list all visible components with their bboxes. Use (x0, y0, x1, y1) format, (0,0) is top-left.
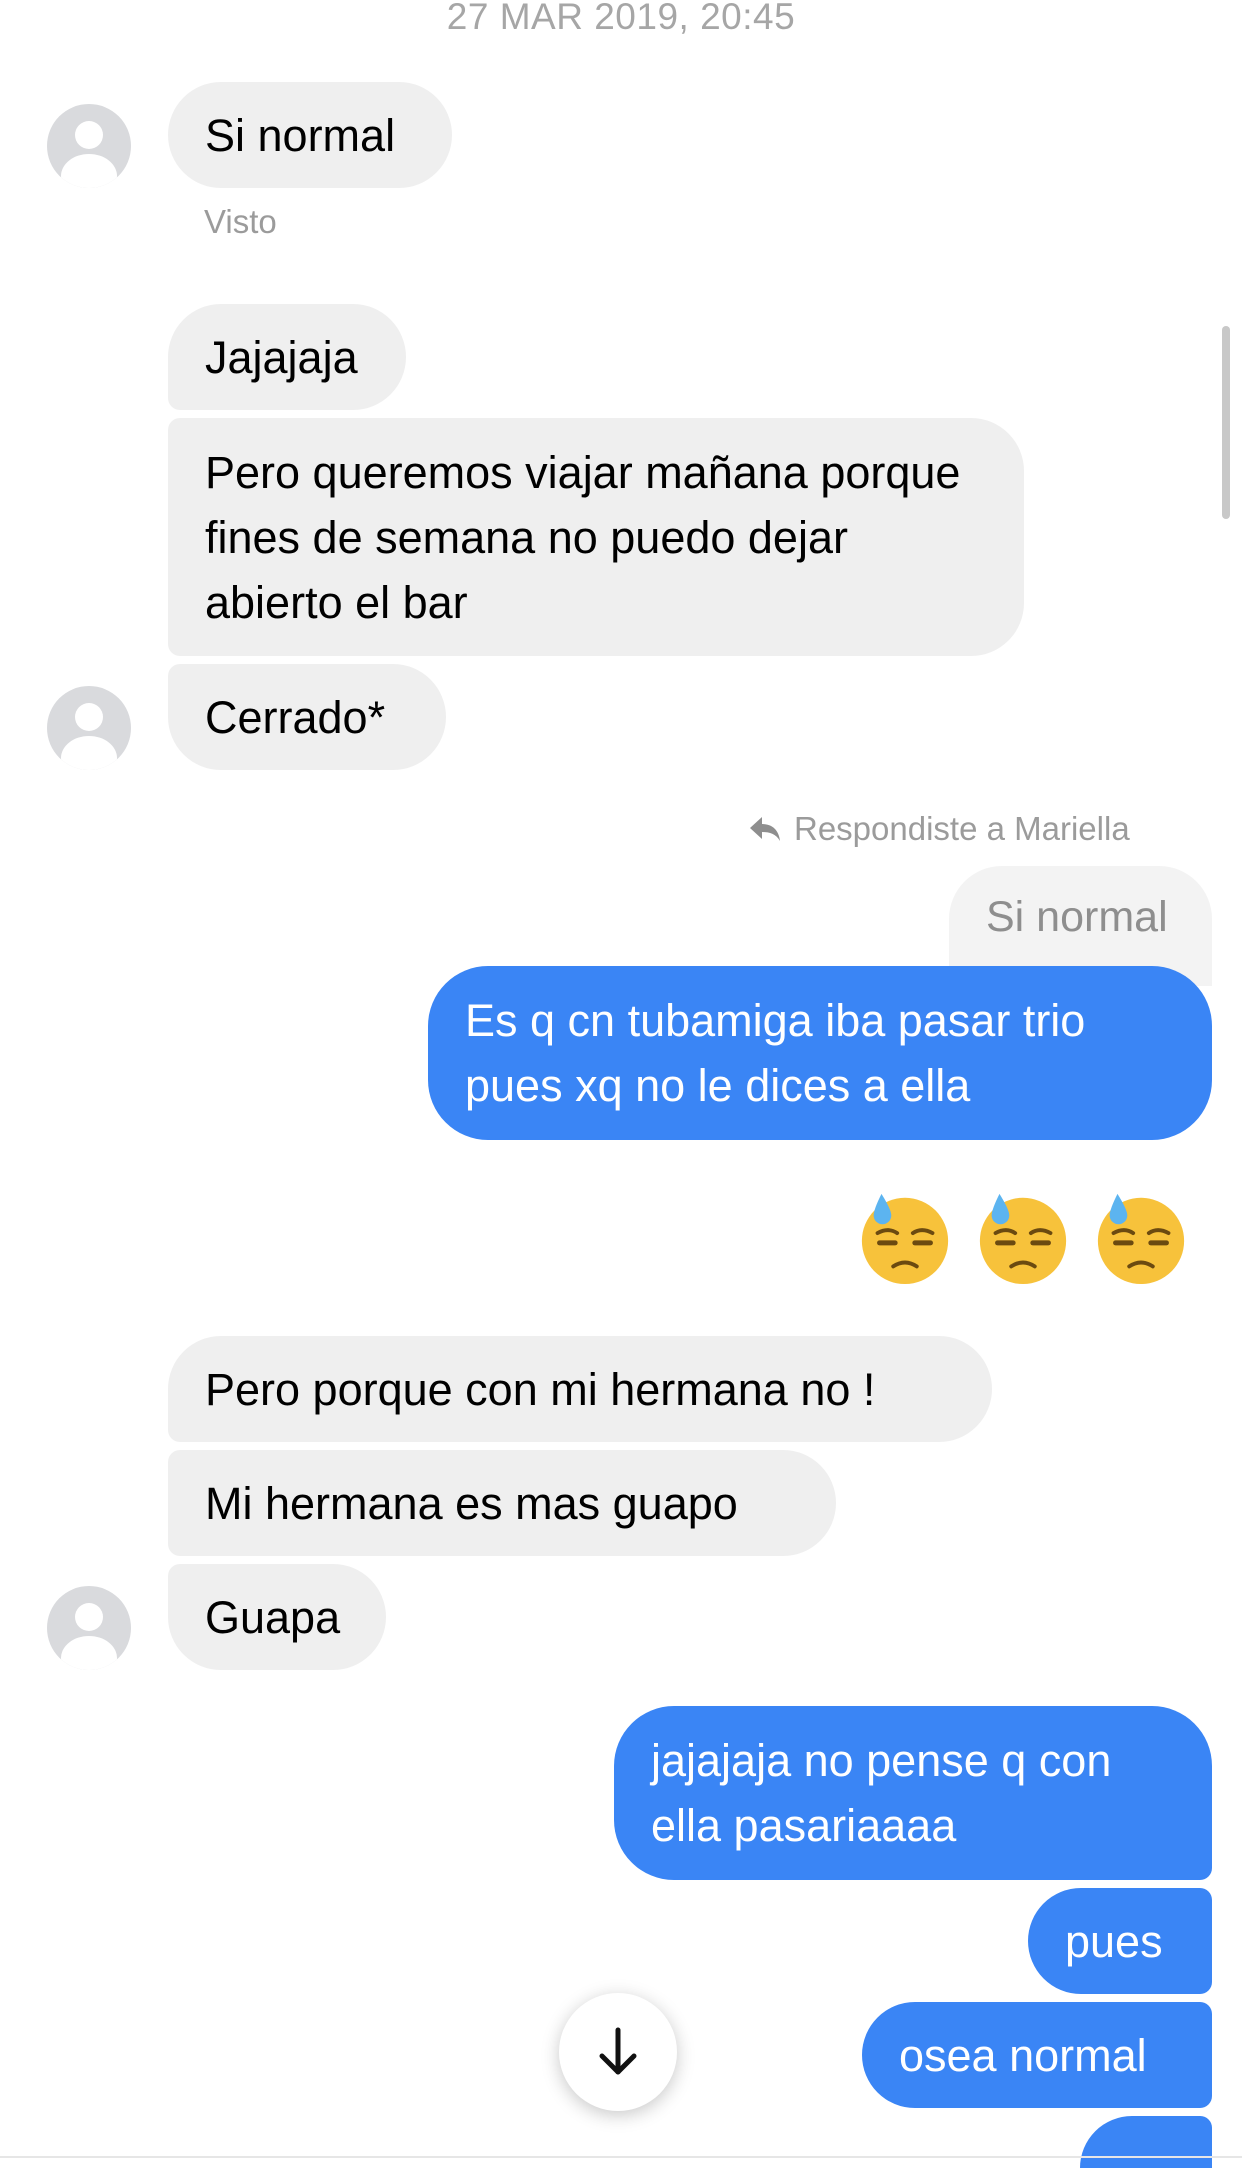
seen-status: Visto (204, 203, 277, 240)
outgoing-message[interactable]: pues (1028, 1888, 1212, 1994)
message-text: pues (1065, 1915, 1163, 1967)
incoming-message[interactable]: Si normal (168, 82, 452, 188)
contact-avatar[interactable] (47, 686, 131, 770)
message-text: Pero porque con mi hermana no ! (205, 1363, 876, 1415)
outgoing-message[interactable]: Es q cn tubamiga iba pasar trio pues xq … (428, 966, 1212, 1140)
outgoing-message[interactable]: jajajaja no pense q con ella pasariaaaa (614, 1706, 1212, 1880)
downcast-face-with-sweat-icon (861, 1193, 949, 1285)
message-text: Guapa (205, 1591, 341, 1643)
avatar-head-shape (75, 1603, 103, 1631)
emoji-message[interactable] (856, 1188, 1212, 1298)
incoming-message[interactable]: Mi hermana es mas guapo (168, 1450, 836, 1556)
avatar-head-shape (75, 121, 103, 149)
contact-avatar[interactable] (47, 104, 131, 188)
incoming-message[interactable]: Pero porque con mi hermana no ! (168, 1336, 992, 1442)
incoming-message[interactable]: Pero queremos viajar mañana porque fines… (168, 418, 1024, 656)
message-text: jajajaja no pense q con ella pasariaaaa (651, 1735, 1112, 1851)
avatar-body-shape (61, 736, 117, 770)
arrow-down-icon (599, 2027, 637, 2075)
message-text: Cerrado* (205, 691, 386, 743)
conversation-timestamp: 27 MAR 2019, 20:45 (446, 0, 796, 37)
message-text: Pero queremos viajar mañana porque fines… (205, 446, 961, 628)
incoming-message[interactable]: Guapa (168, 1564, 386, 1670)
divider (0, 2156, 1242, 2158)
message-text: Es q cn tubamiga iba pasar trio pues xq … (465, 995, 1086, 1111)
outgoing-message-partial[interactable] (1080, 2116, 1212, 2168)
avatar-head-shape (75, 703, 103, 731)
message-text: osea normal (899, 2029, 1147, 2081)
downcast-face-with-sweat-icon (1097, 1193, 1185, 1285)
outgoing-message[interactable]: osea normal (862, 2002, 1212, 2108)
scrollbar[interactable] (1222, 326, 1230, 519)
incoming-message[interactable]: Jajajaja (168, 304, 406, 410)
reply-label-text: Respondiste a Mariella (794, 810, 1130, 847)
avatar-body-shape (61, 1636, 117, 1670)
contact-avatar[interactable] (47, 1586, 131, 1670)
message-text: Mi hermana es mas guapo (205, 1477, 738, 1529)
downcast-face-with-sweat-icon (979, 1193, 1067, 1285)
reply-indicator: Respondiste a Mariella (748, 810, 1130, 848)
reply-arrow-icon (750, 817, 780, 841)
incoming-message[interactable]: Cerrado* (168, 664, 446, 770)
quoted-text: Si normal (986, 892, 1168, 941)
message-text: Si normal (205, 109, 396, 161)
avatar-body-shape (61, 154, 117, 188)
message-text: Jajajaja (205, 331, 358, 383)
scroll-to-bottom-button[interactable] (559, 1993, 677, 2111)
